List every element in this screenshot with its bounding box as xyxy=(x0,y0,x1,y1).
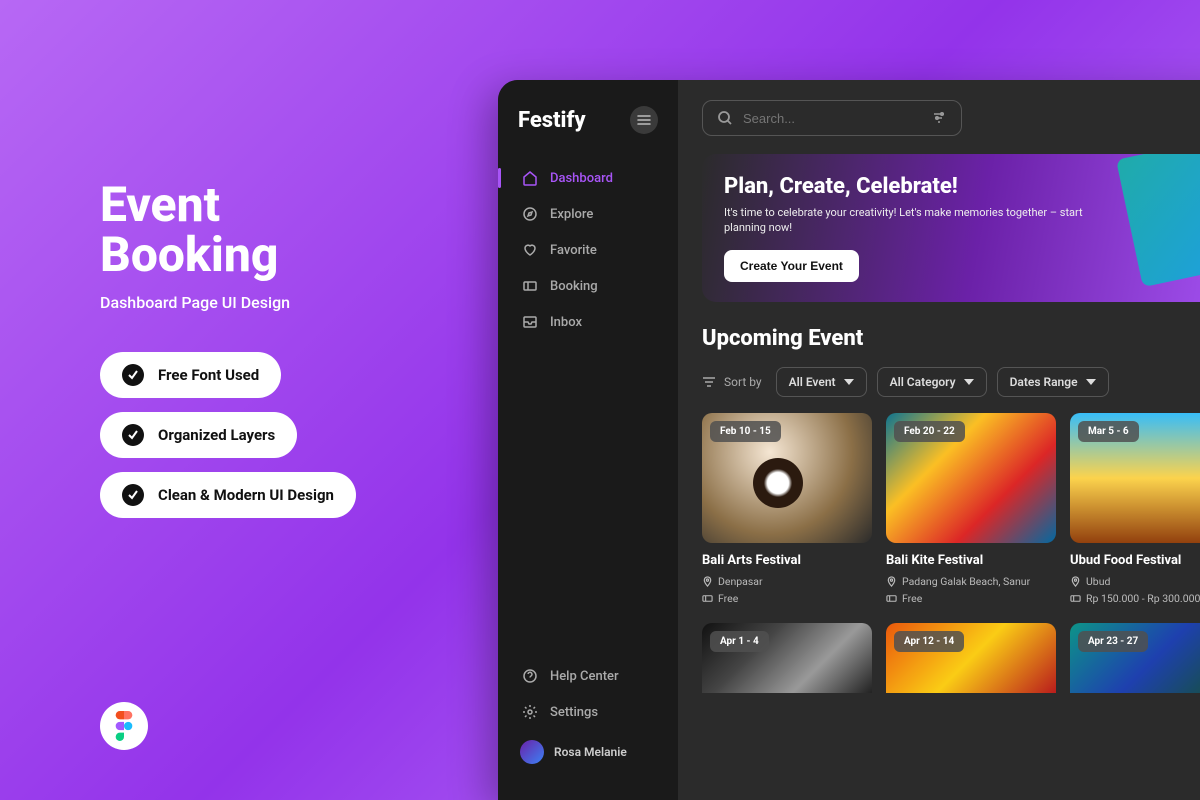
sidebar-item-label: Explore xyxy=(550,207,593,222)
sidebar-item-help[interactable]: Help Center xyxy=(508,658,668,694)
filter-category[interactable]: All Category xyxy=(877,367,987,397)
sidebar-item-booking[interactable]: Booking xyxy=(508,268,668,304)
event-cards-row-2: Apr 1 - 4 Apr 12 - 14 Apr 23 - 27 xyxy=(702,623,1200,693)
hero-title: Plan, Create, Celebrate! xyxy=(724,174,1200,199)
promo-panel: EventBooking Dashboard Page UI Design Fr… xyxy=(100,180,440,532)
event-price: Free xyxy=(702,592,872,605)
ticket-icon xyxy=(702,593,713,604)
event-card[interactable]: Feb 20 - 22 Bali Kite Festival Padang Ga… xyxy=(886,413,1056,609)
filter-event-type[interactable]: All Event xyxy=(776,367,867,397)
user-name: Rosa Melanie xyxy=(554,745,627,759)
event-card[interactable]: Apr 23 - 27 xyxy=(1070,623,1200,693)
promo-title: EventBooking xyxy=(100,180,440,281)
home-icon xyxy=(522,170,538,186)
date-badge: Apr 1 - 4 xyxy=(710,631,769,652)
event-card[interactable]: Apr 12 - 14 xyxy=(886,623,1056,693)
nav-secondary: Help Center Settings xyxy=(498,658,678,730)
event-location: Ubud xyxy=(1070,575,1200,588)
event-price: Free xyxy=(886,592,1056,605)
search-field[interactable] xyxy=(743,111,923,126)
app-window: Festify Dashboard Explore Favorite Booki… xyxy=(498,80,1200,800)
hero-banner: Plan, Create, Celebrate! It's time to ce… xyxy=(702,154,1200,302)
search-input[interactable] xyxy=(702,100,962,136)
avatar xyxy=(520,740,544,764)
event-cards-row: Feb 10 - 15 Bali Arts Festival Denpasar … xyxy=(702,413,1200,609)
feature-pill-label: Organized Layers xyxy=(158,426,275,444)
sidebar-item-label: Help Center xyxy=(550,669,619,684)
chevron-down-icon xyxy=(964,379,974,385)
event-price: Rp 150.000 - Rp 300.000 xyxy=(1070,592,1200,605)
event-image: Mar 5 - 6 xyxy=(1070,413,1200,543)
compass-icon xyxy=(522,206,538,222)
check-icon xyxy=(122,364,144,386)
event-card[interactable]: Apr 1 - 4 xyxy=(702,623,872,693)
filter-icon[interactable] xyxy=(931,110,947,126)
inbox-icon xyxy=(522,314,538,330)
sidebar-item-label: Dashboard xyxy=(550,171,613,186)
pin-icon xyxy=(886,576,897,587)
filter-label: All Category xyxy=(890,375,956,389)
event-card[interactable]: Mar 5 - 6 Ubud Food Festival Ubud Rp 150… xyxy=(1070,413,1200,609)
date-badge: Feb 20 - 22 xyxy=(894,421,965,442)
sidebar-item-label: Favorite xyxy=(550,243,597,258)
filters-row: Sort by All Event All Category Dates Ran… xyxy=(702,367,1200,397)
check-icon xyxy=(122,424,144,446)
check-icon xyxy=(122,484,144,506)
feature-pill: Organized Layers xyxy=(100,412,297,458)
nav-main: Dashboard Explore Favorite Booking Inbox xyxy=(498,160,678,340)
feature-pill: Clean & Modern UI Design xyxy=(100,472,356,518)
main-content: Plan, Create, Celebrate! It's time to ce… xyxy=(678,80,1200,800)
app-logo: Festify xyxy=(518,108,630,133)
filter-label: All Event xyxy=(789,375,836,389)
sort-label: Sort by xyxy=(724,375,762,389)
feature-pill: Free Font Used xyxy=(100,352,281,398)
heart-icon xyxy=(522,242,538,258)
feature-pill-label: Clean & Modern UI Design xyxy=(158,486,334,504)
date-badge: Mar 5 - 6 xyxy=(1078,421,1139,442)
ticket-icon xyxy=(522,278,538,294)
ticket-icon xyxy=(886,593,897,604)
event-image: Feb 10 - 15 xyxy=(702,413,872,543)
date-badge: Apr 23 - 27 xyxy=(1078,631,1148,652)
hero-subtitle: It's time to celebrate your creativity! … xyxy=(724,205,1084,236)
event-location: Padang Galak Beach, Sanur xyxy=(886,575,1056,588)
ticket-icon xyxy=(1070,593,1081,604)
figma-icon xyxy=(100,702,148,750)
hamburger-icon xyxy=(637,115,651,125)
date-badge: Apr 12 - 14 xyxy=(894,631,964,652)
event-card[interactable]: Feb 10 - 15 Bali Arts Festival Denpasar … xyxy=(702,413,872,609)
help-icon xyxy=(522,668,538,684)
event-title: Bali Arts Festival xyxy=(702,553,872,568)
event-location: Denpasar xyxy=(702,575,872,588)
sidebar-item-dashboard[interactable]: Dashboard xyxy=(508,160,668,196)
promo-subtitle: Dashboard Page UI Design xyxy=(100,293,440,312)
sidebar-item-settings[interactable]: Settings xyxy=(508,694,668,730)
date-badge: Feb 10 - 15 xyxy=(710,421,781,442)
event-title: Bali Kite Festival xyxy=(886,553,1056,568)
menu-toggle-button[interactable] xyxy=(630,106,658,134)
chevron-down-icon xyxy=(1086,379,1096,385)
create-event-button[interactable]: Create Your Event xyxy=(724,250,859,282)
sidebar-item-explore[interactable]: Explore xyxy=(508,196,668,232)
user-profile[interactable]: Rosa Melanie xyxy=(498,730,678,774)
filter-label: Dates Range xyxy=(1010,375,1078,389)
search-icon xyxy=(717,110,733,126)
sidebar-item-label: Booking xyxy=(550,279,598,294)
feature-pill-label: Free Font Used xyxy=(158,366,259,384)
sidebar-item-favorite[interactable]: Favorite xyxy=(508,232,668,268)
sidebar-item-label: Inbox xyxy=(550,315,582,330)
event-image: Feb 20 - 22 xyxy=(886,413,1056,543)
gear-icon xyxy=(522,704,538,720)
sidebar-item-inbox[interactable]: Inbox xyxy=(508,304,668,340)
sidebar: Festify Dashboard Explore Favorite Booki… xyxy=(498,80,678,800)
chevron-down-icon xyxy=(844,379,854,385)
sort-icon xyxy=(702,376,716,388)
pin-icon xyxy=(702,576,713,587)
section-title: Upcoming Event xyxy=(702,326,1200,351)
event-title: Ubud Food Festival xyxy=(1070,553,1200,568)
sidebar-item-label: Settings xyxy=(550,705,598,720)
filter-dates[interactable]: Dates Range xyxy=(997,367,1109,397)
pin-icon xyxy=(1070,576,1081,587)
